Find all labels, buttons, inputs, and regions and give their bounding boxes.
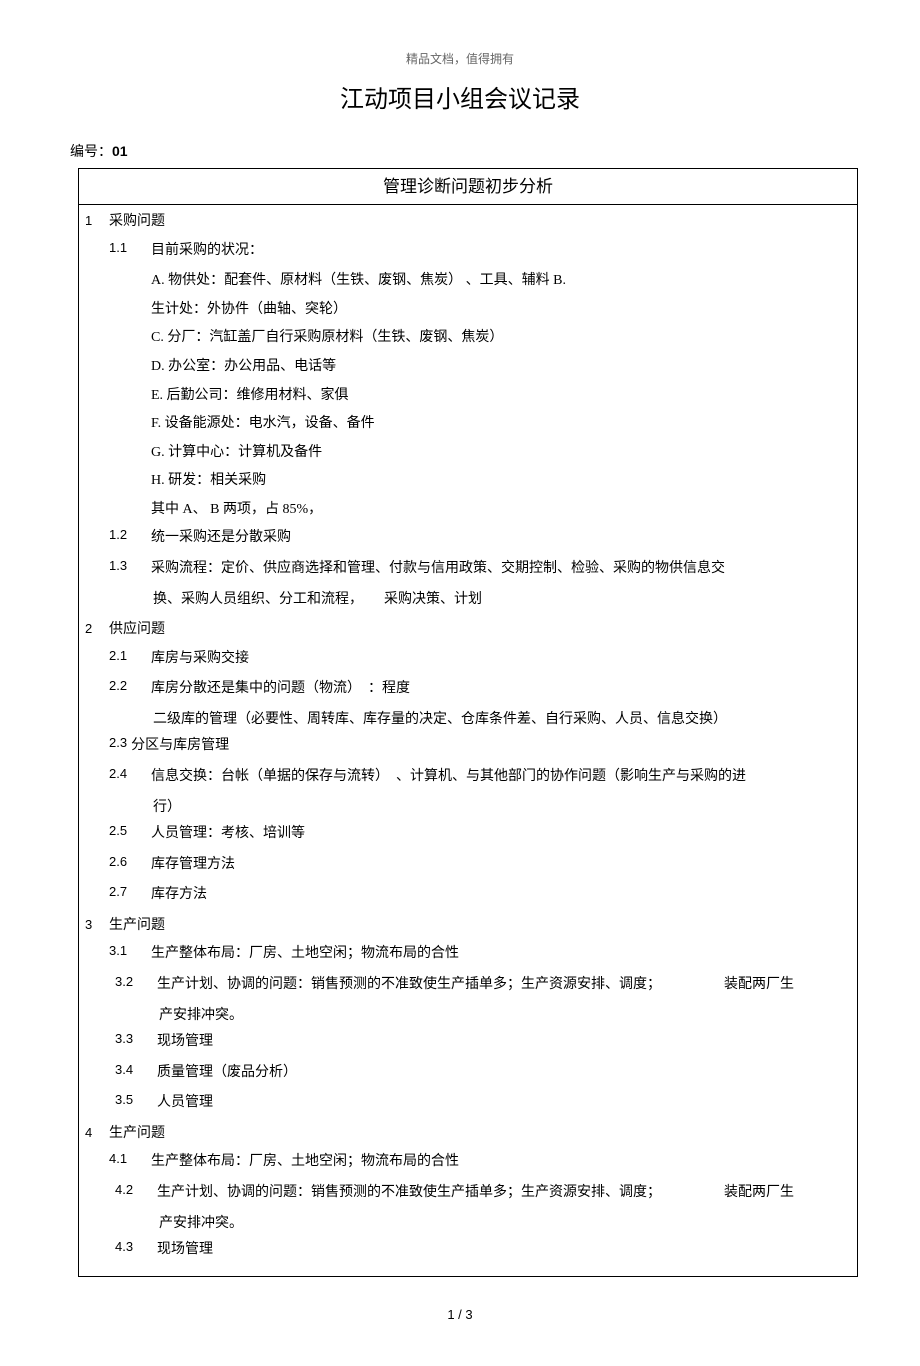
section-4: 4 生产问题 4.1 生产整体布局：厂房、土地空闲；物流布局的合性 4.2 生产… <box>79 1123 847 1264</box>
item-continuation: 二级库的管理（必要性、周转库、库存量的决定、仓库条件差、自行采购、人员、信息交换… <box>109 707 847 734</box>
item-text: 库房分散还是集中的问题（物流） ：程度 <box>151 676 847 703</box>
section-title: 生产问题 <box>109 915 847 937</box>
item-text: 生产计划、协调的问题：销售预测的不准致使生产插单多；生产资源安排、调度； 装配两… <box>157 972 847 999</box>
list-item: E. 后勤公司：维修用材料、家俱 <box>151 383 847 410</box>
item-number: 4.3 <box>115 1237 157 1258</box>
item-number: 2.2 <box>109 676 151 697</box>
section-number: 2 <box>79 619 109 640</box>
section-title: 生产问题 <box>109 1123 847 1145</box>
item-text: 生产计划、协调的问题：销售预测的不准致使生产插单多；生产资源安排、调度； 装配两… <box>157 1180 847 1207</box>
item-text: 生产整体布局：厂房、土地空闲；物流布局的合性 <box>151 941 847 968</box>
analysis-table: 管理诊断问题初步分析 1 采购问题 1.1 目前采购的状况： A. 物供处：配套… <box>78 168 858 1277</box>
item-number: 3.4 <box>115 1060 157 1081</box>
item-number: 3.3 <box>115 1029 157 1050</box>
list-item: A. 物供处：配套件、原材料（生铁、废钢、焦炭） 、工具、辅料 B. <box>151 268 847 295</box>
item-text: 人员管理：考核、培训等 <box>151 821 847 848</box>
item-text: 人员管理 <box>157 1090 847 1117</box>
page-footer: 1 / 3 <box>70 1305 850 1326</box>
item-number: 4.1 <box>109 1149 151 1170</box>
item-number: 4.2 <box>115 1180 157 1201</box>
list-item: G. 计算中心：计算机及备件 <box>151 440 847 467</box>
item-continuation: 产安排冲突。 <box>109 1003 847 1030</box>
item-text: 统一采购还是分散采购 <box>151 525 847 552</box>
item-text: 库房与采购交接 <box>151 646 847 673</box>
item-number: 1.2 <box>109 525 151 546</box>
section-title: 采购问题 <box>109 211 847 233</box>
document-number: 编号：01 <box>70 140 850 164</box>
item-number: 1.1 <box>109 238 151 259</box>
item-continuation: 行） <box>109 795 847 822</box>
item-text: 信息交换：台帐（单据的保存与流转） 、计算机、与其他部门的协作问题（影响生产与采… <box>151 764 847 791</box>
section-title: 供应问题 <box>109 619 847 641</box>
item-text: 质量管理（废品分析） <box>157 1060 847 1087</box>
item-text: 目前采购的状况： <box>151 238 847 265</box>
header-note: 精品文档，值得拥有 <box>70 50 850 69</box>
item-text: 库存管理方法 <box>151 852 847 879</box>
doc-number-label: 编号： <box>70 145 112 160</box>
item-text: 分区与库房管理 <box>131 733 847 760</box>
section-2: 2 供应问题 2.1 库房与采购交接 2.2 库房分散还是集中的问题（物流） ：… <box>79 619 847 909</box>
list-item: C. 分厂：汽缸盖厂自行采购原材料（生铁、废钢、焦炭） <box>151 325 847 352</box>
table-header: 管理诊断问题初步分析 <box>79 169 857 205</box>
item-number: 2.7 <box>109 882 151 903</box>
item-number: 2.6 <box>109 852 151 873</box>
section-number: 4 <box>79 1123 109 1144</box>
item-continuation: 换、采购人员组织、分工和流程， 采购决策、计划 <box>109 587 847 614</box>
section-number: 3 <box>79 915 109 936</box>
item-number: 3.2 <box>115 972 157 993</box>
item-number: 2.4 <box>109 764 151 785</box>
item-number: 2.1 <box>109 646 151 667</box>
purchase-list: A. 物供处：配套件、原材料（生铁、废钢、焦炭） 、工具、辅料 B. 生计处：外… <box>109 268 847 523</box>
table-content: 1 采购问题 1.1 目前采购的状况： A. 物供处：配套件、原材料（生铁、废钢… <box>79 205 857 1276</box>
item-text: 采购流程：定价、供应商选择和管理、付款与信用政策、交期控制、检验、采购的物供信息… <box>151 556 847 583</box>
list-item: D. 办公室：办公用品、电话等 <box>151 354 847 381</box>
list-item: H. 研发：相关采购 <box>151 468 847 495</box>
item-text: 生产整体布局：厂房、土地空闲；物流布局的合性 <box>151 1149 847 1176</box>
item-text: 现场管理 <box>157 1029 847 1056</box>
item-number: 3.5 <box>115 1090 157 1111</box>
item-text: 库存方法 <box>151 882 847 909</box>
list-item: 生计处：外协件（曲轴、突轮） <box>151 297 847 324</box>
section-1: 1 采购问题 1.1 目前采购的状况： A. 物供处：配套件、原材料（生铁、废钢… <box>79 211 847 613</box>
list-item: 其中 A、 B 两项，占 85%， <box>151 497 847 524</box>
list-item: F. 设备能源处：电水汽，设备、备件 <box>151 411 847 438</box>
section-3: 3 生产问题 3.1 生产整体布局：厂房、土地空闲；物流布局的合性 3.2 生产… <box>79 915 847 1117</box>
item-number: 1.3 <box>109 556 151 577</box>
item-number: 2.5 <box>109 821 151 842</box>
item-number: 2.3 <box>109 733 131 754</box>
item-number: 3.1 <box>109 941 151 962</box>
item-continuation: 产安排冲突。 <box>109 1211 847 1238</box>
doc-number-value: 01 <box>112 143 128 159</box>
document-title: 江动项目小组会议记录 <box>70 81 850 119</box>
item-text: 现场管理 <box>157 1237 847 1264</box>
section-number: 1 <box>79 211 109 232</box>
